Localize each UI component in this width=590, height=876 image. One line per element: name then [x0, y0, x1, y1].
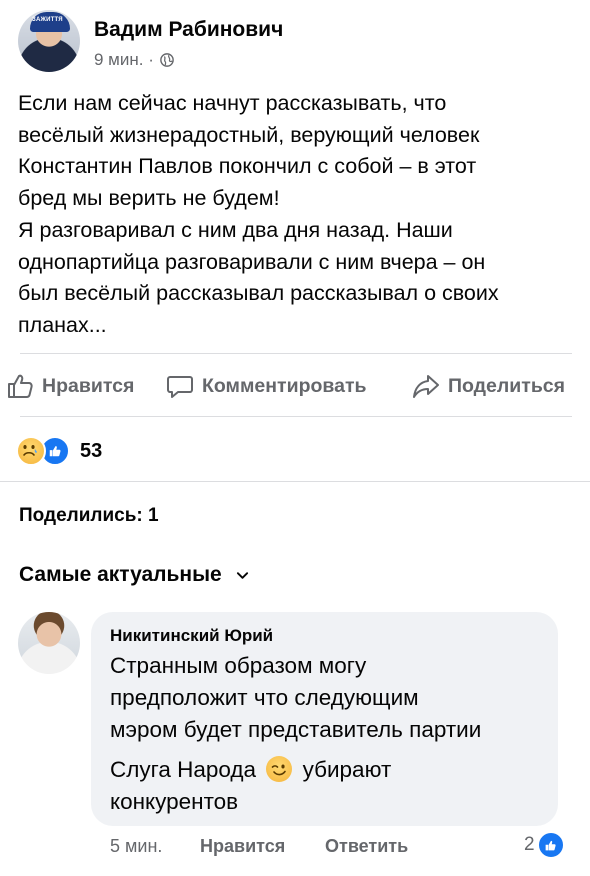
comment-text: Странным образом могу предположит что сл…: [110, 650, 550, 818]
share-label: Поделиться: [448, 374, 566, 397]
comment-line: Странным образом могу: [110, 653, 367, 678]
wink-emoji-icon: [266, 756, 293, 782]
divider-actions: [20, 416, 572, 417]
comment-line-text: убирают: [302, 757, 392, 782]
commenter-name[interactable]: Никитинский Юрий: [110, 626, 273, 646]
comment-like-button[interactable]: Нравится: [200, 836, 285, 857]
reactions-summary[interactable]: 53: [16, 436, 102, 466]
sad-emoji-icon: [16, 436, 46, 466]
post-meta: 9 мин. ·: [94, 50, 174, 70]
comment-time[interactable]: 5 мин.: [110, 836, 162, 857]
post-line: Я разговаривал с ним два дня назад. Наши: [18, 217, 453, 242]
comment-icon: [167, 376, 193, 398]
post-line: весёлый жизнерадостный, верующий человек: [18, 122, 480, 147]
comment-line: Слуга Народа убирают: [110, 754, 550, 786]
post-line: Если нам сейчас начнут рассказывать, что: [18, 91, 447, 115]
post-line: Константин Павлов покончил с собой – в э…: [18, 154, 477, 179]
avatar-cap-text: ЗАЖИТТЯ: [32, 17, 63, 23]
share-icon: [413, 375, 439, 398]
post-line: бред мы верить не будем!: [18, 186, 280, 211]
comment-button[interactable]: Комментировать: [166, 372, 367, 400]
comment-sort-dropdown[interactable]: Самые актуальные: [19, 563, 249, 587]
post-line: был весёлый рассказывал рассказывал о св…: [18, 281, 499, 306]
chevron-down-icon: [236, 571, 248, 579]
globe-icon: [160, 53, 174, 67]
share-button[interactable]: Поделиться: [412, 372, 565, 400]
author-avatar[interactable]: ЗАЖИТТЯ: [18, 10, 80, 72]
comment-line-text: Слуга Народа: [110, 757, 257, 782]
thumbs-up-icon: [8, 374, 33, 398]
like-button[interactable]: Нравится: [6, 372, 134, 400]
comment-reaction-count: 2: [524, 834, 535, 855]
post-text: Если нам сейчас начнут рассказывать, что…: [18, 88, 578, 342]
post-time[interactable]: 9 мин. ·: [94, 50, 154, 70]
comment-reactions[interactable]: 2: [524, 831, 565, 859]
divider-top: [20, 353, 572, 354]
comment-label: Комментировать: [202, 374, 367, 397]
comment-line: мэром будет представитель партии: [110, 717, 482, 742]
reaction-count: 53: [80, 439, 103, 462]
sort-label: Самые актуальные: [19, 563, 222, 586]
divider-reactions: [0, 481, 590, 482]
post-line: планах...: [18, 312, 107, 337]
author-name[interactable]: Вадим Рабинович: [94, 18, 283, 42]
comment-line: предположит что следующим: [110, 685, 419, 710]
post-line: однопартийца разговаривали с ним вчера –…: [18, 249, 486, 274]
shares-count[interactable]: Поделились: 1: [19, 505, 159, 527]
comment-reply-button[interactable]: Ответить: [325, 836, 408, 857]
like-reaction-icon: [536, 831, 565, 859]
commenter-avatar[interactable]: [18, 612, 80, 674]
like-label: Нравится: [42, 374, 135, 397]
comment-line: конкурентов: [110, 789, 239, 814]
